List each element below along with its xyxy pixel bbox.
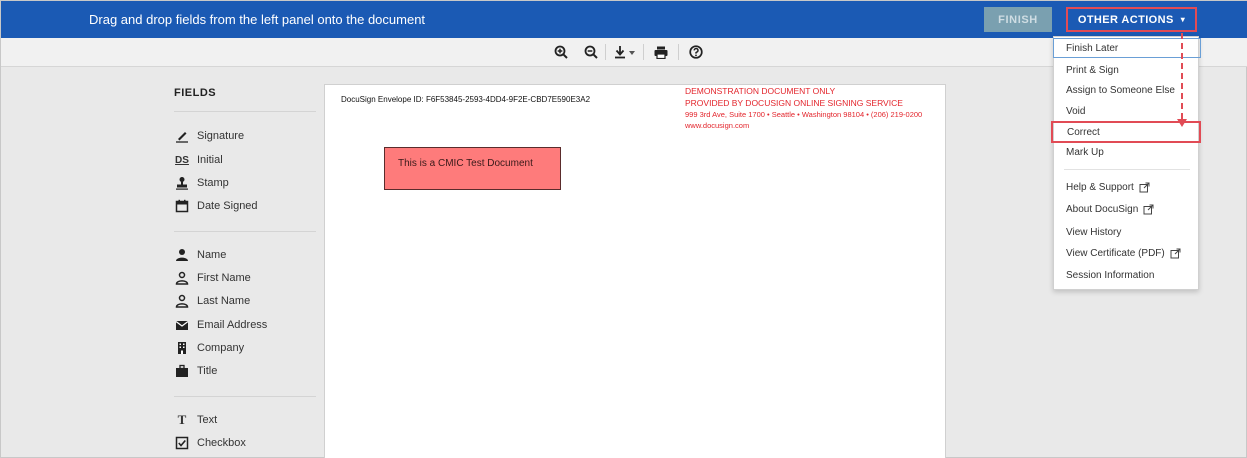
stamp-icon: [175, 176, 189, 190]
field-label: Email Address: [197, 319, 268, 331]
field-initial[interactable]: DS Initial: [175, 150, 223, 170]
signature-icon: [175, 129, 189, 143]
demo-line: PROVIDED BY DOCUSIGN ONLINE SIGNING SERV…: [685, 98, 903, 108]
field-text[interactable]: T Text: [175, 410, 218, 430]
menu-item-label: View Certificate (PDF): [1066, 247, 1165, 259]
zoom-in-icon[interactable]: [553, 43, 569, 61]
fields-panel: FIELDS Signature DS Initial Stamp Date S…: [161, 67, 321, 458]
initial-icon: DS: [175, 154, 189, 166]
menu-item-help-support[interactable]: Help & Support: [1054, 177, 1200, 197]
annotation-dashed-line: [1181, 33, 1183, 119]
field-label: Checkbox: [197, 437, 246, 449]
download-icon[interactable]: [613, 43, 637, 61]
field-label: Title: [197, 365, 218, 377]
menu-item-label: Mark Up: [1066, 146, 1104, 158]
field-checkbox[interactable]: Checkbox: [175, 433, 246, 453]
menu-item-label: About DocuSign: [1066, 203, 1139, 215]
person-icon: [175, 248, 189, 262]
field-signature[interactable]: Signature: [175, 126, 244, 146]
test-document-box: This is a CMIC Test Document: [384, 147, 561, 190]
field-label: Company: [197, 342, 245, 354]
toolbar-divider: [643, 44, 644, 60]
zoom-out-icon[interactable]: [583, 43, 599, 61]
field-label: Initial: [197, 154, 223, 166]
menu-item-finish-later[interactable]: Finish Later: [1053, 38, 1201, 58]
demo-website: www.docusign.com: [685, 121, 750, 130]
person-outline-icon: [175, 294, 189, 308]
calendar-icon: [175, 199, 189, 213]
person-outline-icon: [175, 271, 189, 285]
menu-item-label: Finish Later: [1066, 42, 1119, 54]
text-icon: T: [177, 412, 187, 427]
envelope-icon: [175, 318, 189, 332]
field-first-name[interactable]: First Name: [175, 268, 251, 288]
menu-item-view-certificate[interactable]: View Certificate (PDF): [1054, 243, 1200, 263]
menu-item-print-sign[interactable]: Print & Sign: [1054, 60, 1200, 80]
field-stamp[interactable]: Stamp: [175, 173, 229, 193]
menu-item-about-docusign[interactable]: About DocuSign: [1054, 199, 1200, 219]
field-label: First Name: [197, 272, 251, 284]
briefcase-icon: [175, 364, 189, 378]
demo-line: DEMONSTRATION DOCUMENT ONLY: [685, 86, 836, 96]
demo-address: 999 3rd Ave, Suite 1700 • Seattle • Wash…: [685, 110, 923, 119]
chevron-down-icon: ▾: [1180, 15, 1186, 24]
external-link-icon: [1143, 204, 1154, 215]
menu-item-assign-to-someone-else[interactable]: Assign to Someone Else: [1054, 80, 1200, 100]
menu-item-label: Correct: [1067, 126, 1100, 138]
field-label: Signature: [197, 130, 245, 142]
menu-item-session-information[interactable]: Session Information: [1054, 265, 1200, 285]
field-label: Last Name: [197, 295, 251, 307]
finish-button[interactable]: FINISH: [984, 7, 1052, 32]
demo-notice: DEMONSTRATION DOCUMENT ONLY PROVIDED BY …: [685, 85, 922, 130]
field-label: Stamp: [197, 177, 229, 189]
toolbar-divider: [678, 44, 679, 60]
menu-item-label: Print & Sign: [1066, 64, 1119, 76]
help-icon[interactable]: [688, 43, 704, 61]
field-email-address[interactable]: Email Address: [175, 315, 267, 335]
menu-item-view-history[interactable]: View History: [1054, 222, 1200, 242]
other-actions-button[interactable]: OTHER ACTIONS ▾: [1066, 7, 1197, 32]
menu-item-void[interactable]: Void: [1054, 101, 1200, 121]
building-icon: [175, 341, 189, 355]
menu-item-label: Session Information: [1066, 269, 1155, 281]
field-title[interactable]: Title: [175, 361, 217, 381]
instruction-text: Drag and drop fields from the left panel…: [89, 12, 426, 27]
top-bar: Drag and drop fields from the left panel…: [1, 1, 1247, 38]
field-label: Date Signed: [197, 200, 258, 212]
envelope-id: DocuSign Envelope ID: F6F53845-2593-4DD4…: [341, 95, 591, 104]
menu-item-label: Assign to Someone Else: [1066, 84, 1175, 96]
fields-divider: [174, 231, 316, 232]
checkbox-icon: [175, 436, 189, 450]
external-link-icon: [1170, 248, 1181, 259]
field-date-signed[interactable]: Date Signed: [175, 196, 258, 216]
field-name[interactable]: Name: [175, 245, 226, 265]
menu-divider: [1064, 169, 1190, 170]
field-label: Name: [197, 249, 227, 261]
menu-item-label: View History: [1066, 226, 1122, 238]
menu-item-mark-up[interactable]: Mark Up: [1054, 142, 1200, 162]
other-actions-label: OTHER ACTIONS: [1077, 13, 1174, 26]
annotation-arrow-icon: [1177, 119, 1187, 127]
toolbar-divider: [605, 44, 606, 60]
external-link-icon: [1139, 182, 1150, 193]
field-company[interactable]: Company: [175, 338, 244, 358]
fields-divider: [174, 111, 316, 112]
print-icon[interactable]: [653, 43, 669, 61]
fields-divider: [174, 396, 316, 397]
menu-item-label: Help & Support: [1066, 181, 1134, 193]
field-label: Text: [197, 414, 218, 426]
document-page[interactable]: DocuSign Envelope ID: F6F53845-2593-4DD4…: [324, 84, 946, 458]
fields-title: FIELDS: [174, 87, 217, 99]
field-last-name[interactable]: Last Name: [175, 291, 250, 311]
menu-item-label: Void: [1066, 105, 1086, 117]
other-actions-menu: Finish Later Print & Sign Assign to Some…: [1051, 36, 1201, 290]
